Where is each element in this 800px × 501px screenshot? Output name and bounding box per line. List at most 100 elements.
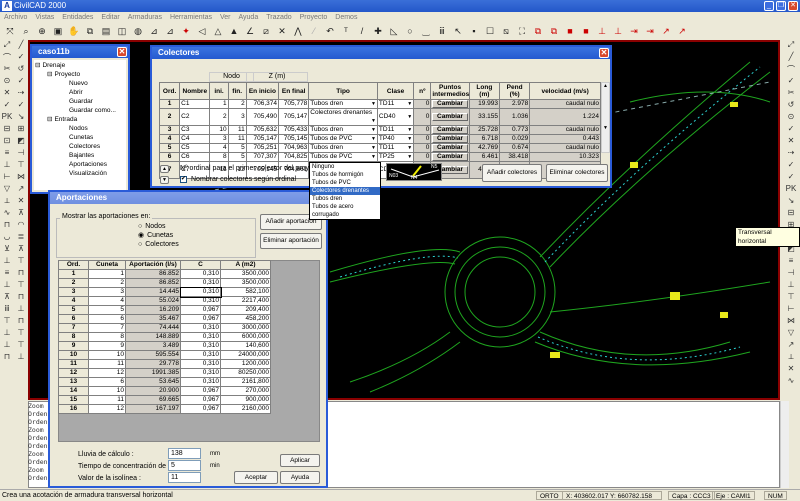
align2-icon[interactable]: ⊿ [164,26,176,37]
menu-ayuda[interactable]: Ayuda [238,12,258,23]
cell[interactable]: 458,200 [220,314,271,324]
cell[interactable]: 7 [58,323,89,333]
cell[interactable]: 10 [209,125,229,135]
menu-proyecto[interactable]: Proyecto [300,12,328,23]
layers-icon[interactable]: ◫ [116,26,128,37]
tool-icon[interactable]: ✓ [14,52,28,64]
tool-icon[interactable]: ⊤ [14,256,28,268]
cell[interactable]: 11 [88,359,126,369]
tool-icon[interactable]: ⊓ [0,352,14,364]
tool-icon[interactable]: ⊼ [0,292,14,304]
tool-icon[interactable]: ⊓ [14,316,28,328]
tool-icon[interactable]: ⊣ [14,148,28,160]
tool-icon[interactable]: ⊤ [0,316,14,328]
rebar5-icon[interactable]: ↗ [660,26,672,37]
tool-icon[interactable]: ╱ [14,40,28,52]
dropdown-arrow-icon[interactable]: ▼ [371,145,376,152]
cell[interactable]: 167.197 [125,404,181,414]
cell[interactable]: caudal nulo [529,125,601,135]
cell[interactable]: 53.645 [125,377,181,387]
cell[interactable]: 3500,000 [220,278,271,288]
cell[interactable]: TD11 ▼ [376,143,415,153]
cell[interactable]: caudal nulo [529,99,601,109]
cell[interactable]: 8 [209,152,229,162]
iso-input[interactable]: 11 [168,472,201,483]
table-row[interactable]: 9 9 3.489 0,310 140,600 [58,341,271,351]
tool-icon[interactable]: ⊼ [14,208,28,220]
menu-demos[interactable]: Demos [335,12,357,23]
cell[interactable]: 0,310 [180,296,221,306]
column-header[interactable]: Pend (%) [498,82,531,100]
triangle-icon[interactable]: △ [212,26,224,37]
apply-button[interactable]: Aplicar [280,454,320,467]
tool-icon[interactable]: ↘ [782,196,800,208]
cambiar-button[interactable]: Cambiar [432,153,468,161]
tool-icon[interactable]: ⊓ [14,268,28,280]
cell[interactable]: 13 [58,377,89,387]
cell[interactable]: 10 [58,350,89,360]
cell[interactable]: 1 [209,99,229,109]
dropdown-arrow-icon[interactable]: ▼ [371,136,376,143]
dropdown-arrow-icon[interactable]: ▼ [407,101,412,108]
tool-icon[interactable]: ⊥ [0,280,14,292]
table-row[interactable]: 16 12 167.197 0,967 2160,000 [58,404,271,414]
tool-icon[interactable]: ⊡ [0,136,14,148]
rebar3-icon[interactable]: ⇥ [628,26,640,37]
column-header[interactable]: velocidad (m/s) [529,82,601,100]
cell[interactable]: 10.323 [529,152,601,162]
save-icon[interactable]: ▤ [100,26,112,37]
block1-icon[interactable]: ⧉ [532,26,544,37]
tool-icon[interactable]: ⌒ [0,52,14,64]
table-row[interactable]: 5 5 16.209 0,967 209,400 [58,305,271,315]
cell[interactable]: Cambiar [430,125,470,135]
tool-icon[interactable]: ⊓ [14,292,28,304]
cell[interactable]: Tubos de PVC ▼ [308,152,378,162]
table-row[interactable]: 8 8 148.889 0,310 6000,000 [58,332,271,342]
close-icon[interactable]: ✕ [599,48,609,58]
cell[interactable]: C3 [179,125,211,135]
cell[interactable]: 29.778 [125,359,181,369]
column-header[interactable]: Aportación (l/s) [125,260,181,270]
cross-icon[interactable]: ✕ [276,26,288,37]
cell[interactable]: 1 [158,99,181,109]
extents-icon[interactable]: ⛶ [516,26,528,37]
cell[interactable]: 25.728 [468,125,500,135]
tool-icon[interactable]: ⊓ [0,220,14,232]
rebar4-icon[interactable]: ⇥ [644,26,656,37]
cell[interactable]: 3000,000 [220,323,271,333]
cell[interactable]: 2.978 [498,99,531,109]
radio-colectores[interactable]: ○ Colectores [138,240,179,249]
dropdown-option[interactable]: Ninguno [310,163,380,171]
collapse-icon[interactable]: ⊟ [47,116,52,123]
command-scrollbar[interactable] [780,401,789,488]
tree-item[interactable]: ⊟ Proyecto [35,70,125,79]
dropdown-arrow-icon[interactable]: ▼ [371,154,376,161]
cell[interactable]: 11 [58,359,89,369]
table-row[interactable]: 11 11 29.778 0,310 1200,000 [58,359,271,369]
cell[interactable]: 0,310 [180,278,221,288]
zoom-icon[interactable]: ⌕ [20,26,32,37]
cell[interactable]: Cambiar [430,108,470,126]
table-row[interactable]: 1 1 86.852 0,310 3500,000 [58,269,271,279]
line-gray-icon[interactable]: ⁄ [308,26,320,36]
cell[interactable]: 19.993 [468,99,500,109]
tool-icon[interactable]: ✓ [782,172,800,184]
cell[interactable]: TD11 ▼ [376,125,415,135]
tool-icon[interactable]: ▽ [0,184,14,196]
mirror-icon[interactable]: ◁ [196,26,208,37]
tool-icon[interactable]: ↺ [14,64,28,76]
zoom-window-icon[interactable]: ▣ [52,26,64,37]
cell[interactable]: 140,600 [220,341,271,351]
cell[interactable]: 0,310 [180,368,221,378]
globe-icon[interactable]: ◍ [132,26,144,37]
collapse-icon[interactable]: ⊟ [47,71,52,78]
cell[interactable]: 5 [158,143,181,153]
table-row[interactable]: 4 4 55.024 0,310 2217,400 [58,296,271,306]
tool-icon[interactable]: ✓ [14,76,28,88]
cell[interactable]: 86.852 [125,278,181,288]
tool-icon[interactable]: ⊥ [0,160,14,172]
table-row[interactable]: 6 6 35.467 0,967 458,200 [58,314,271,324]
cell[interactable]: 6.718 [468,134,500,144]
cell[interactable]: 0,310 [180,269,221,279]
tree-item[interactable]: Guardar como... [35,106,125,115]
